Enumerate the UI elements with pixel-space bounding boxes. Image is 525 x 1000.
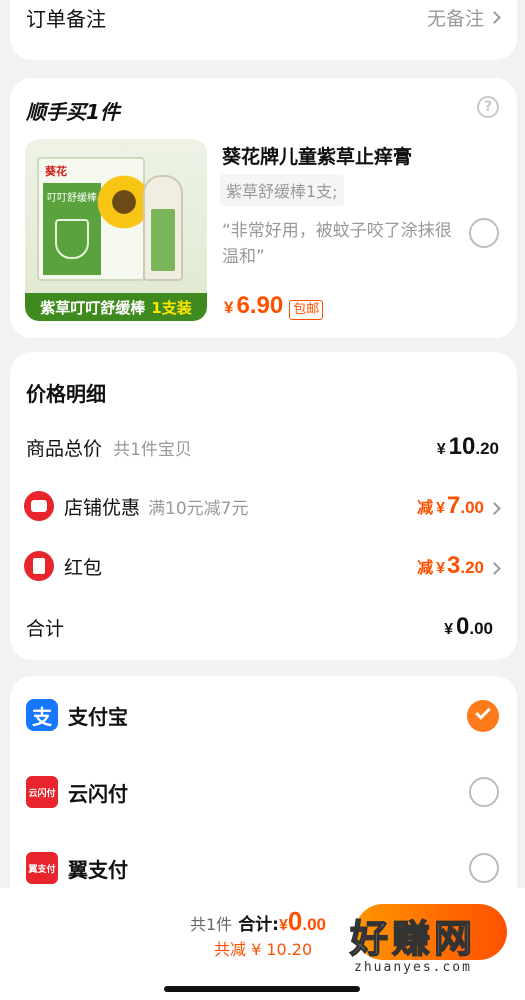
- total-dec: .00: [469, 619, 493, 638]
- red-packet-icon: [24, 551, 54, 581]
- store-discount-int: 7: [447, 492, 461, 519]
- addon-title: 顺手买1件: [26, 100, 120, 124]
- bestpay-radio[interactable]: [469, 853, 499, 883]
- watermark-main: 好赚网: [349, 917, 476, 961]
- bestpay-icon-text: 翼支付: [28, 864, 56, 875]
- red-packet-row[interactable]: 红包 减 ¥ 3 .20: [10, 549, 517, 583]
- footer-summary: 共1件 合计: ¥ 0 .00: [190, 906, 326, 937]
- store-coupon-icon: [24, 491, 54, 521]
- store-discount-sub: 满10元减7元: [148, 498, 249, 519]
- addon-card: 顺手买1件 ? 葵花 叮叮舒缓棒 紫草叮叮舒缓棒 1支装 葵花牌儿童紫草止痒膏 …: [10, 78, 517, 338]
- red-packet-label: 红包: [64, 556, 103, 579]
- subtotal-row: 商品总价 共1件宝贝 ¥ 10 .20: [10, 430, 517, 464]
- alipay-icon: 支: [26, 699, 58, 731]
- home-indicator: [164, 986, 360, 992]
- unionpay-label: 云闪付: [68, 781, 128, 806]
- unionpay-icon: 云闪付: [26, 776, 58, 808]
- payment-card: 支 支付宝 云闪付 云闪付 翼支付 翼支付: [10, 676, 517, 916]
- footer-total-int: 0: [287, 906, 303, 936]
- help-icon[interactable]: ?: [477, 96, 499, 118]
- stick-label: [151, 209, 175, 271]
- product-name[interactable]: 葵花牌儿童紫草止痒膏: [222, 142, 412, 169]
- footer-bar: 共1件 合计: ¥ 0 .00 共减 ¥ 10.20 好赚网 zhuanyes.…: [0, 888, 525, 1000]
- payment-option-alipay[interactable]: 支 支付宝: [10, 698, 517, 732]
- unionpay-radio[interactable]: [469, 777, 499, 807]
- product-price: ¥ 6.90 包邮: [224, 292, 324, 320]
- price-detail-title: 价格明细: [26, 382, 106, 406]
- bestpay-icon: 翼支付: [26, 852, 58, 884]
- footer-total-currency: ¥: [279, 917, 288, 934]
- price-value: 6.90: [236, 292, 284, 319]
- store-discount-row[interactable]: 店铺优惠 满10元减7元 减 ¥ 7 .00: [10, 489, 517, 523]
- brand-logo: 葵花: [45, 165, 67, 178]
- red-packet-int: 3: [447, 552, 461, 579]
- order-note-row[interactable]: 订单备注 无备注: [10, 0, 517, 34]
- addon-select-radio[interactable]: [469, 218, 499, 248]
- banner-right-text: 1支装: [151, 298, 192, 317]
- payment-option-bestpay[interactable]: 翼支付 翼支付: [10, 851, 517, 885]
- subtotal-label: 商品总价: [26, 437, 103, 460]
- footer-total-label: 合计:: [238, 915, 279, 935]
- subtotal-int: 10: [448, 433, 476, 460]
- total-currency: ¥: [444, 621, 453, 638]
- subtotal-sub: 共1件宝贝: [113, 439, 192, 460]
- product-review: “非常好用，被蚊子咬了涂抹很温和”: [222, 221, 452, 267]
- product-banner: 紫草叮叮舒缓棒 1支装: [25, 293, 207, 321]
- unionpay-icon-text: 云闪付: [28, 788, 56, 799]
- order-note-label: 订单备注: [26, 6, 106, 31]
- alipay-selected-check-icon[interactable]: [467, 700, 499, 732]
- chevron-right-icon: [488, 10, 501, 24]
- payment-option-unionpay[interactable]: 云闪付 云闪付: [10, 775, 517, 809]
- total-label: 合计: [26, 617, 65, 640]
- alipay-label: 支付宝: [68, 704, 128, 729]
- bestpay-label: 翼支付: [68, 857, 128, 882]
- banner-left-text: 紫草叮叮舒缓棒: [40, 298, 146, 317]
- box-green-band: 叮叮舒缓棒: [43, 183, 101, 275]
- product-stick: [143, 175, 183, 281]
- footer-saved: 共减 ¥ 10.20: [214, 940, 313, 959]
- total-row: 合计 ¥ 0 .00: [10, 610, 517, 644]
- order-note-value: 无备注: [426, 7, 484, 30]
- footer-count: 共1件: [190, 915, 233, 934]
- chevron-right-icon: [488, 562, 501, 575]
- red-packet-currency: ¥: [436, 560, 445, 577]
- red-packet-prefix: 减: [417, 558, 434, 577]
- product-shield-icon: [55, 219, 89, 259]
- store-discount-label: 店铺优惠: [64, 496, 141, 519]
- product-box: 葵花 叮叮舒缓棒: [37, 157, 151, 281]
- price-currency: ¥: [224, 298, 234, 317]
- store-discount-prefix: 减: [417, 498, 434, 517]
- watermark-logo: 好赚网 zhuanyes.com: [318, 917, 508, 975]
- subtotal-currency: ¥: [436, 441, 446, 458]
- order-note-card: 订单备注 无备注: [10, 0, 517, 60]
- price-detail-card: 价格明细 商品总价 共1件宝贝 ¥ 10 .20 店铺优惠 满10元减7元 减 …: [10, 352, 517, 660]
- subtotal-dec: .20: [475, 439, 499, 458]
- product-image[interactable]: 葵花 叮叮舒缓棒 紫草叮叮舒缓棒 1支装: [25, 139, 207, 321]
- store-discount-dec: .00: [460, 498, 484, 517]
- box-text: 叮叮舒缓棒: [47, 193, 97, 204]
- total-int: 0: [456, 613, 470, 640]
- store-discount-currency: ¥: [436, 500, 445, 517]
- watermark-sub: zhuanyes.com: [354, 960, 472, 975]
- chevron-right-icon: [488, 502, 501, 515]
- product-spec: 紫草舒缓棒1支;: [220, 174, 344, 206]
- free-shipping-badge: 包邮: [289, 300, 324, 320]
- red-packet-dec: .20: [460, 558, 484, 577]
